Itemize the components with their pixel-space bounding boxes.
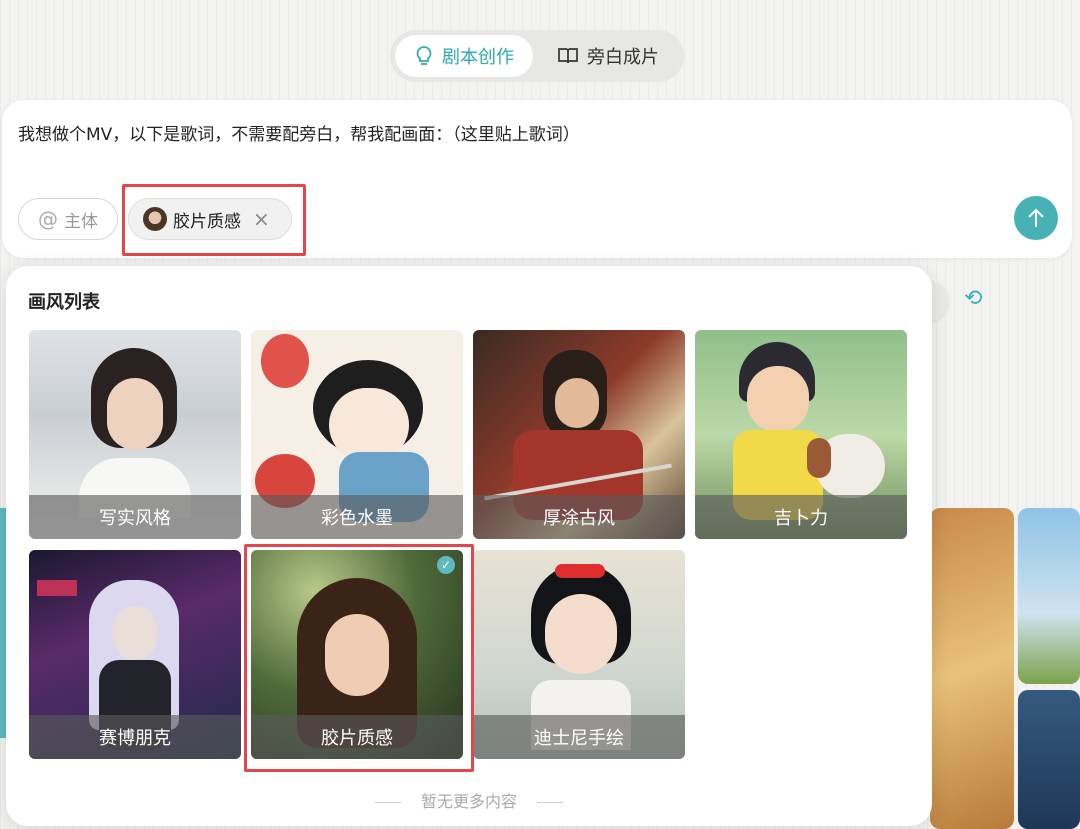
selected-style-chip[interactable]: 胶片质感 × bbox=[128, 198, 292, 240]
style-list-panel: 画风列表 写实风格 彩色水墨 厚涂古风 吉卜力 赛博朋克 ✓ 胶片质感 迪士尼手… bbox=[6, 266, 932, 826]
style-card-label: 吉卜力 bbox=[695, 495, 907, 539]
refresh-icon[interactable]: ⟲ bbox=[964, 286, 982, 311]
style-card-label: 胶片质感 bbox=[251, 715, 463, 759]
tab-label: 剧本创作 bbox=[442, 47, 514, 68]
style-card-color-ink[interactable]: 彩色水墨 bbox=[251, 330, 463, 539]
style-card-label: 赛博朋克 bbox=[29, 715, 241, 759]
style-card-cyberpunk[interactable]: 赛博朋克 bbox=[29, 550, 241, 759]
style-thumbnail bbox=[143, 207, 167, 231]
style-card-label: 写实风格 bbox=[29, 495, 241, 539]
background-image bbox=[930, 508, 1014, 829]
check-icon: ✓ bbox=[437, 556, 455, 574]
style-card-film-texture[interactable]: ✓ 胶片质感 bbox=[251, 550, 463, 759]
arrow-up-icon bbox=[1028, 208, 1044, 227]
panel-title: 画风列表 bbox=[28, 292, 100, 313]
style-card-realistic[interactable]: 写实风格 bbox=[29, 330, 241, 539]
prompt-input[interactable]: 我想做个MV，以下是歌词，不需要配旁白，帮我配画面：（这里贴上歌词） bbox=[18, 120, 580, 145]
style-card-label: 迪士尼手绘 bbox=[473, 715, 685, 759]
no-more-content: 暂无更多内容 bbox=[6, 788, 932, 812]
style-chip-label: 胶片质感 bbox=[173, 211, 241, 232]
subject-chip-label: 主体 bbox=[64, 211, 98, 232]
style-card-label: 厚涂古风 bbox=[473, 495, 685, 539]
style-card-label: 彩色水墨 bbox=[251, 495, 463, 539]
tab-narration-video[interactable]: 旁白成片 bbox=[537, 35, 679, 77]
lightbulb-icon bbox=[416, 46, 432, 65]
style-card-thick-paint-ancient[interactable]: 厚涂古风 bbox=[473, 330, 685, 539]
book-icon bbox=[558, 48, 578, 64]
tab-script-creation[interactable]: 剧本创作 bbox=[395, 35, 533, 77]
subject-mention-button[interactable]: @ 主体 bbox=[18, 198, 118, 240]
mode-tabs: 剧本创作 旁白成片 bbox=[390, 30, 684, 82]
at-icon: @ bbox=[38, 207, 58, 231]
send-button[interactable] bbox=[1014, 196, 1058, 240]
background-image bbox=[1018, 508, 1080, 684]
background-image bbox=[1018, 690, 1080, 829]
style-card-ghibli[interactable]: 吉卜力 bbox=[695, 330, 907, 539]
prompt-card: 我想做个MV，以下是歌词，不需要配旁白，帮我配画面：（这里贴上歌词） @ 主体 … bbox=[2, 100, 1072, 258]
tab-label: 旁白成片 bbox=[587, 47, 659, 68]
style-card-disney-hand-drawn[interactable]: 迪士尼手绘 bbox=[473, 550, 685, 759]
close-icon[interactable]: × bbox=[253, 209, 270, 229]
